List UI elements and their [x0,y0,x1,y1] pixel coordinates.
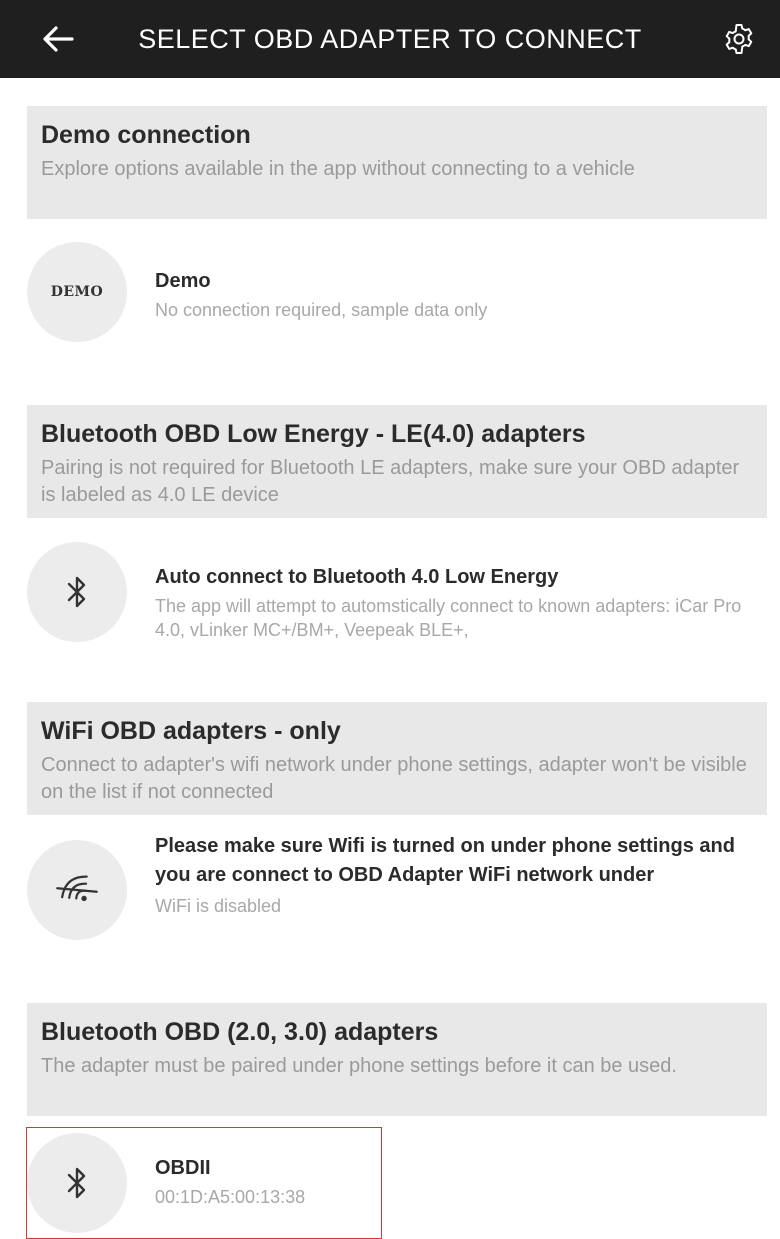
list-item-wifi[interactable]: Please make sure Wifi is turned on under… [0,832,780,942]
section-header-ble: Bluetooth OBD Low Energy - LE(4.0) adapt… [27,405,767,518]
bluetooth-icon [67,1167,86,1199]
page-title: SELECT OBD ADAPTER TO CONNECT [138,24,642,54]
list-item-ble-autoconnect[interactable]: Auto connect to Bluetooth 4.0 Low Energy… [0,542,780,642]
item-title: Please make sure Wifi is turned on under… [155,835,735,886]
demo-avatar: DEMO [27,242,127,342]
wifi-avatar [27,840,127,940]
item-subtitle: The app will attempt to automstically co… [155,596,742,640]
gear-icon[interactable] [722,22,756,56]
obdii-avatar [27,1133,127,1233]
arrow-left-icon[interactable] [38,19,78,59]
list-item-demo[interactable]: DEMO Demo No connection required, sample… [0,242,780,342]
item-subtitle: 00:1D:A5:00:13:38 [155,1187,306,1207]
section-title: Bluetooth OBD Low Energy - LE(4.0) adapt… [41,420,586,448]
section-description: The adapter must be paired under phone s… [41,1055,677,1077]
item-title: Demo [155,270,211,292]
section-title: WiFi OBD adapters - only [41,717,341,745]
item-title: Auto connect to Bluetooth 4.0 Low Energy [155,566,559,588]
section-title: Bluetooth OBD (2.0, 3.0) adapters [41,1018,439,1046]
list-item-obdii[interactable]: OBDII 00:1D:A5:00:13:38 [0,1127,780,1239]
section-description: Pairing is not required for Bluetooth LE… [41,457,740,506]
ble-avatar [27,542,127,642]
section-title: Demo connection [41,121,251,149]
section-description: Connect to adapter's wifi network under … [41,754,747,803]
section-header-classic: Bluetooth OBD (2.0, 3.0) adapters The ad… [27,1003,767,1116]
section-header-wifi: WiFi OBD adapters - only Connect to adap… [27,702,767,815]
demo-badge-text: DEMO [50,284,104,300]
item-subtitle: WiFi is disabled [155,896,282,916]
bluetooth-icon [67,576,86,608]
section-description: Explore options available in the app wit… [41,158,635,180]
wifi-off-icon [56,875,98,902]
item-subtitle: No connection required, sample data only [155,300,488,320]
app-bar: SELECT OBD ADAPTER TO CONNECT [0,0,780,78]
item-title: OBDII [155,1157,211,1179]
section-header-demo: Demo connection Explore options availabl… [27,106,767,219]
